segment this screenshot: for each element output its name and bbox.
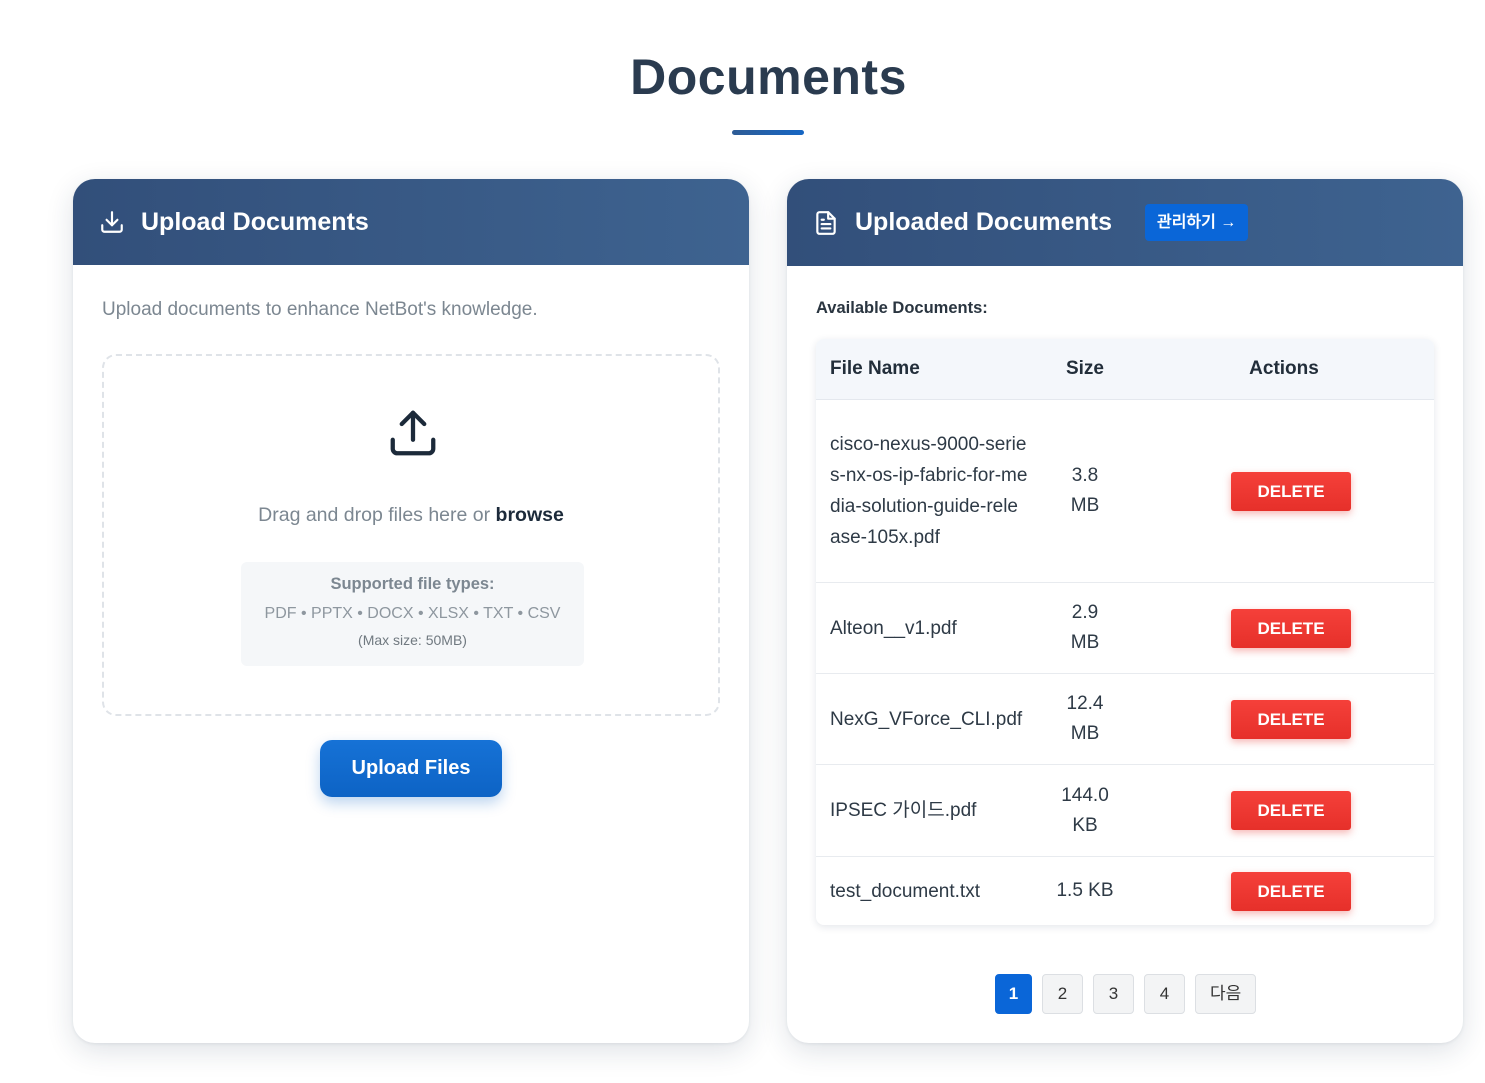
delete-button[interactable]: DELETE [1231,608,1351,648]
page-button-4[interactable]: 4 [1144,974,1185,1014]
page-button-1[interactable]: 1 [995,974,1032,1014]
upload-card-header: Upload Documents [73,179,749,265]
file-name-cell: cisco-nexus-9000-series-nx-os-ip-fabric-… [830,434,1028,548]
actions-cell: DELETE [1134,871,1434,911]
max-size-note: (Max size: 50MB) [358,632,467,648]
file-name-cell: NexG_VForce_CLI.pdf [830,708,1023,730]
table-header: File Name Size Actions [816,339,1434,400]
drop-text: Drag and drop files here or [258,504,491,526]
table-row: IPSEC 가이드.pdf 144.0 KB DELETE [816,765,1434,857]
document-icon [813,210,839,236]
file-size-cell: 144.0 KB [1061,784,1109,836]
manage-button[interactable]: 관리하기 → [1144,204,1249,241]
upload-tray-icon [386,406,440,460]
delete-button[interactable]: DELETE [1231,791,1351,830]
column-header-actions: Actions [1249,358,1319,379]
uploaded-card-header: Uploaded Documents 관리하기 → [787,179,1463,266]
supported-types-list: PDF • PPTX • DOCX • XLSX • TXT • CSV [264,605,561,622]
actions-cell: DELETE [1134,608,1434,648]
file-size-cell: 2.9 MB [1070,602,1100,653]
table-row: cisco-nexus-9000-series-nx-os-ip-fabric-… [816,400,1434,583]
browse-link[interactable]: browse [496,504,564,526]
file-dropzone[interactable]: Drag and drop files here or browse Suppo… [102,354,720,716]
column-header-name: File Name [830,358,920,379]
page-button-2[interactable]: 2 [1042,974,1083,1014]
supported-types-title: Supported file types: [330,575,495,593]
actions-cell: DELETE [1134,699,1434,739]
documents-table: File Name Size Actions cisco-nexus-9000-… [816,339,1434,925]
uploaded-card: Uploaded Documents 관리하기 → Available Docu… [787,179,1463,1043]
page-button-3[interactable]: 3 [1093,974,1134,1014]
file-name-cell: IPSEC 가이드.pdf [830,800,977,821]
supported-types-box: Supported file types: PDF • PPTX • DOCX … [241,562,584,666]
file-size-cell: 3.8 MB [1070,465,1100,516]
download-tray-icon [99,209,125,235]
delete-button[interactable]: DELETE [1231,699,1351,739]
actions-cell: DELETE [1134,471,1434,511]
file-name-cell: test_document.txt [830,880,980,902]
delete-button[interactable]: DELETE [1231,871,1351,911]
table-row: test_document.txt 1.5 KB DELETE [816,857,1434,925]
drop-instructions: Drag and drop files here or browse [104,504,718,527]
page-title: Documents [630,49,907,105]
file-name-cell: Alteon__v1.pdf [830,617,957,639]
title-underline [732,130,804,135]
pagination: 1 2 3 4 다음 [995,974,1257,1014]
file-size-cell: 1.5 KB [1056,880,1114,901]
next-page-button[interactable]: 다음 [1195,974,1257,1014]
delete-button[interactable]: DELETE [1231,471,1351,511]
actions-cell: DELETE [1134,791,1434,830]
file-size-cell: 12.4 MB [1066,693,1104,744]
table-row: Alteon__v1.pdf 2.9 MB DELETE [816,583,1434,674]
upload-card-title: Upload Documents [141,207,369,236]
uploaded-card-title: Uploaded Documents [855,208,1112,236]
upload-files-button[interactable]: Upload Files [320,740,502,797]
upload-card: Upload Documents Upload documents to enh… [73,179,749,1043]
table-row: NexG_VForce_CLI.pdf 12.4 MB DELETE [816,674,1434,765]
column-header-size: Size [1065,358,1105,379]
upload-intro-text: Upload documents to enhance NetBot's kno… [102,299,538,320]
available-documents-label: Available Documents: [816,299,988,317]
